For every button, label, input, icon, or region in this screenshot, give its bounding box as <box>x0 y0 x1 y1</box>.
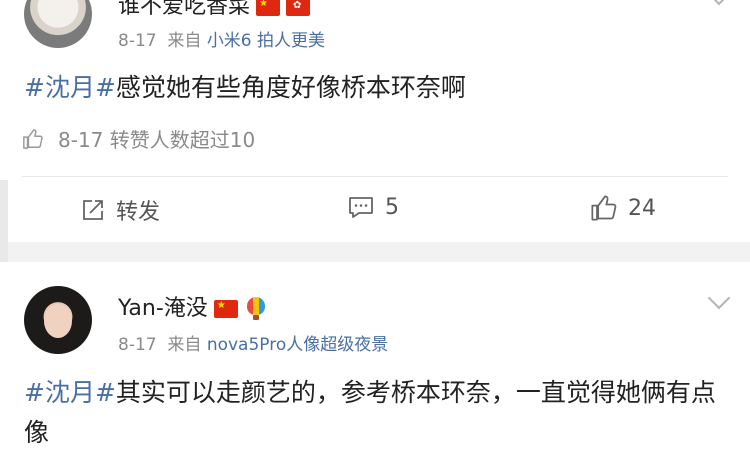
thumb-up-icon <box>23 129 43 149</box>
post-content: #沈月#其实可以走颜艺的，参考桥本环奈，一直觉得她俩有点像 <box>24 373 724 453</box>
hashtag-link[interactable]: #沈月# <box>24 73 116 102</box>
like-count: 24 <box>628 195 656 221</box>
post-text: 其实可以走颜艺的，参考桥本环奈，一直觉得她俩有点像 <box>24 378 716 447</box>
divider <box>22 176 728 177</box>
like-button[interactable]: 24 <box>590 194 656 222</box>
post-from: 来自 <box>167 31 202 51</box>
post-source[interactable]: 小米6 拍人更美 <box>207 31 325 51</box>
comment-button[interactable]: 5 <box>347 194 399 220</box>
post-from: 来自 <box>167 335 202 355</box>
hot-air-balloon-icon <box>246 297 266 321</box>
hashtag-link[interactable]: #沈月# <box>24 378 116 407</box>
repost-info-text: 8-17 转赞人数超过10 <box>58 128 256 152</box>
comment-count: 5 <box>385 194 399 220</box>
china-flag-icon <box>213 300 238 318</box>
post-username[interactable]: Yan-淹没 <box>118 290 266 322</box>
username-text[interactable]: 谁不爱吃香菜 <box>118 0 250 19</box>
post-date: 8-17 <box>118 31 157 51</box>
share-label: 转发 <box>116 200 161 225</box>
share-icon <box>83 200 103 220</box>
comment-icon <box>349 197 373 218</box>
avatar[interactable] <box>24 286 92 354</box>
post-content: #沈月#感觉她有些角度好像桥本环奈啊 <box>24 68 724 108</box>
post-source[interactable]: nova5Pro人像超级夜景 <box>207 335 388 355</box>
post-meta: 8-17 来自 nova5Pro人像超级夜景 <box>118 330 388 355</box>
share-button[interactable]: 转发 <box>80 194 160 226</box>
post-username[interactable]: 谁不爱吃香菜 <box>118 0 311 20</box>
thumb-up-icon <box>591 195 617 221</box>
username-text[interactable]: Yan-淹没 <box>118 296 208 321</box>
post-text: 感觉她有些角度好像桥本环奈啊 <box>115 73 466 102</box>
china-flag-icon <box>256 0 281 16</box>
post-meta: 8-17 来自 小米6 拍人更美 <box>118 26 325 51</box>
post-date: 8-17 <box>118 335 157 355</box>
chevron-down-icon[interactable] <box>707 0 731 6</box>
feed-separator <box>0 242 750 262</box>
repost-info: 8-17 转赞人数超过10 <box>22 124 255 153</box>
avatar[interactable] <box>24 0 92 48</box>
hongkong-flag-icon <box>286 0 311 16</box>
post-card: 谁不爱吃香菜 8-17 来自 小米6 拍人更美 #沈月#感觉她有些角度好像桥本环… <box>0 0 750 242</box>
